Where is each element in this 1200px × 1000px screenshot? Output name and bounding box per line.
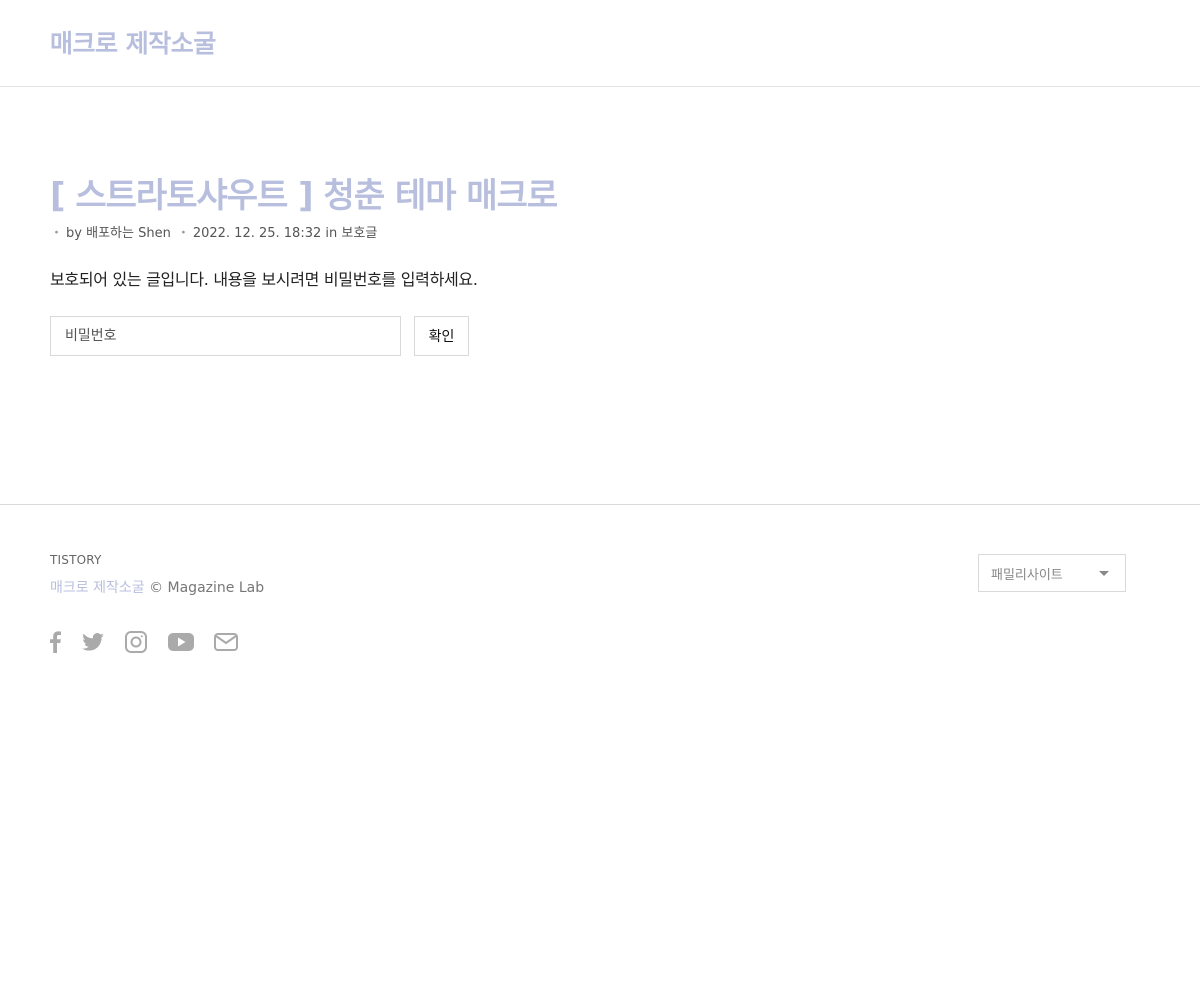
social-links (48, 629, 258, 655)
post-meta: ・ by 배포하는 Shen ・ 2022. 12. 25. 18:32 in 보호글 (50, 222, 377, 241)
meta-bullet: ・ (176, 226, 190, 241)
mail-icon[interactable] (214, 633, 238, 651)
meta-by-label: by (66, 226, 82, 241)
footer-blog-link[interactable]: 매크로 제작소굴 (50, 580, 145, 596)
protected-message: 보호되어 있는 글입니다. 내용을 보시려면 비밀번호를 입력하세요. (50, 270, 478, 289)
meta-bullet: ・ (50, 226, 64, 241)
youtube-icon[interactable] (168, 633, 194, 651)
footer-brand: TISTORY (50, 553, 102, 567)
site-footer: TISTORY 매크로 제작소굴 © Magazine Lab 패밀리사이트 (0, 504, 1200, 704)
post-title: [ 스트라토샤우트 ] 청춘 테마 매크로 (50, 176, 558, 216)
twitter-icon[interactable] (82, 633, 104, 651)
family-site-selected: 패밀리사이트 (991, 567, 1063, 583)
password-input[interactable] (50, 316, 401, 356)
copyright-text: © Magazine Lab (149, 580, 265, 596)
site-header: 매크로 제작소굴 (0, 0, 1200, 87)
facebook-icon[interactable] (48, 631, 62, 653)
post-category-link[interactable]: 보호글 (341, 226, 377, 241)
post-date: 2022. 12. 25. 18:32 (192, 226, 322, 241)
meta-in-label: in (325, 226, 338, 241)
post-author-link[interactable]: 배포하는 Shen (86, 226, 171, 241)
family-site-select[interactable]: 패밀리사이트 (978, 554, 1126, 592)
site-title-link[interactable]: 매크로 제작소굴 (50, 24, 216, 60)
password-submit-button[interactable]: 확인 (414, 316, 469, 356)
footer-copyright: 매크로 제작소굴 © Magazine Lab (50, 577, 264, 597)
chevron-down-icon (1099, 570, 1109, 576)
instagram-icon[interactable] (124, 630, 148, 654)
